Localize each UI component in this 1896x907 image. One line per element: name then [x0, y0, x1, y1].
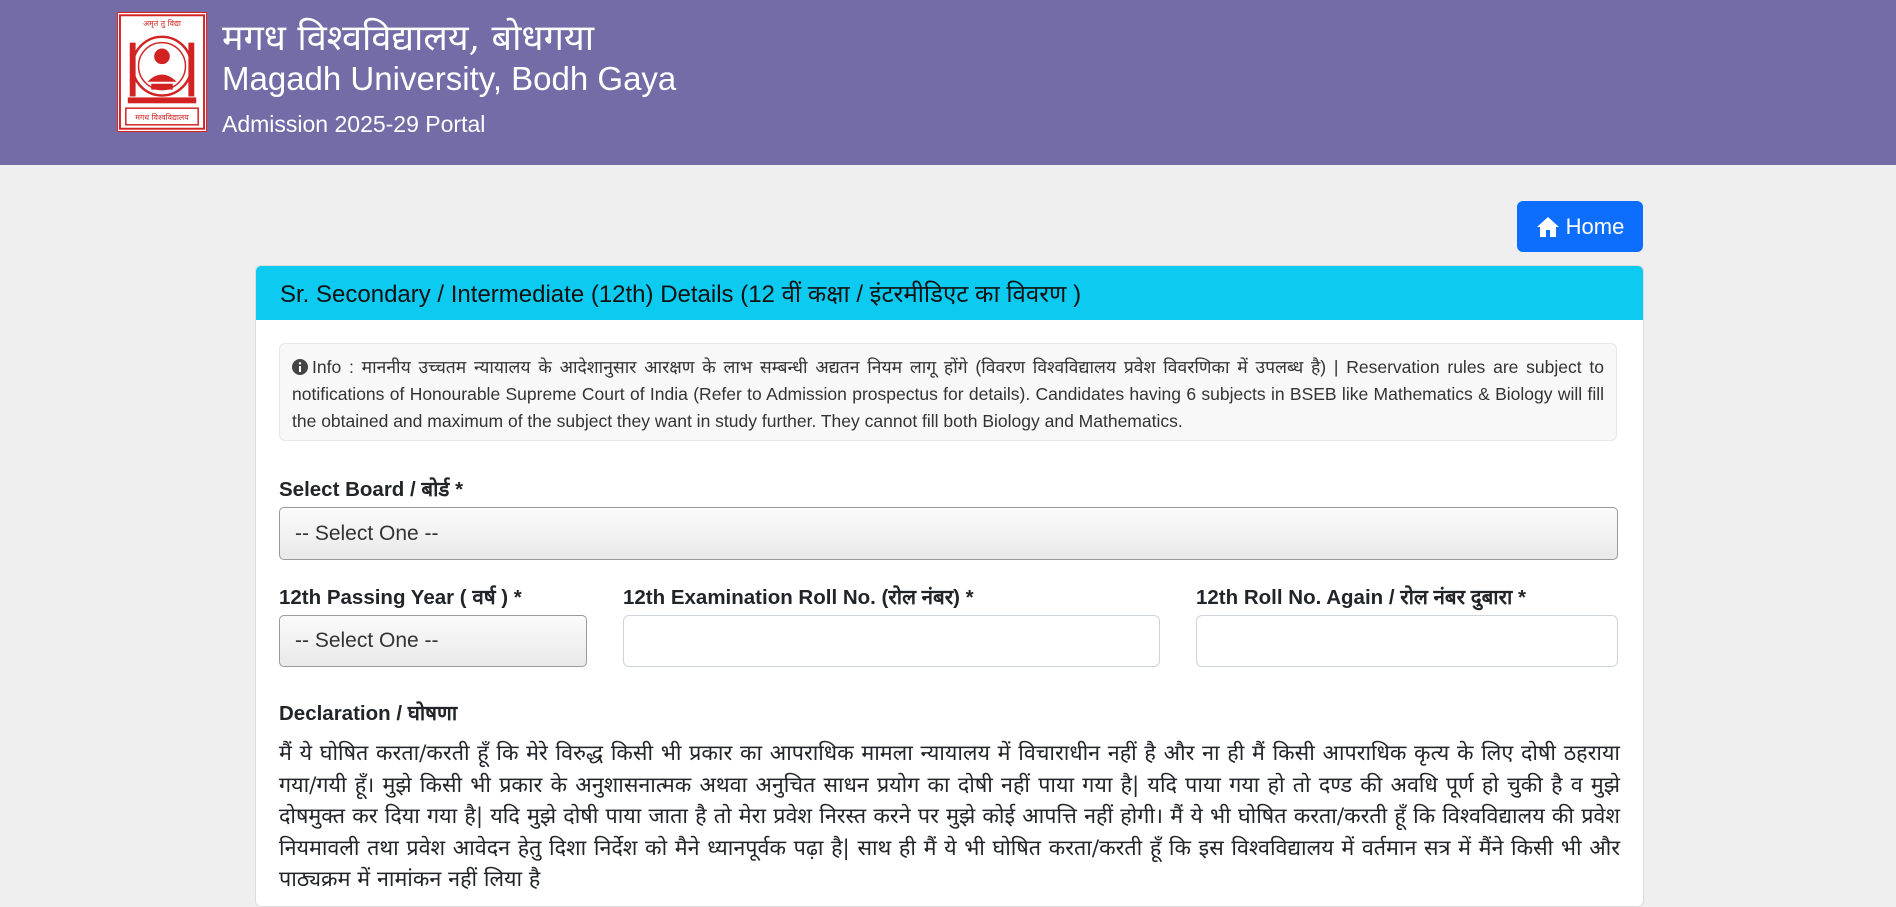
- intermediate-details-card: Sr. Secondary / Intermediate (12th) Deta…: [255, 265, 1644, 907]
- university-emblem-icon: अमृतं तु विद्या मगध विश्वविद्यालय: [118, 14, 206, 130]
- roll-number-again-label: 12th Roll No. Again / रोल नंबर दुबारा *: [1196, 586, 1526, 609]
- board-select[interactable]: -- Select One --: [279, 507, 1618, 560]
- passing-year-label: 12th Passing Year ( वर्ष ) *: [279, 586, 522, 609]
- card-title: Sr. Secondary / Intermediate (12th) Deta…: [256, 266, 1643, 320]
- info-alert: Info : माननीय उच्चतम न्यायालय के आदेशानु…: [279, 343, 1617, 441]
- portal-subtitle: Admission 2025-29 Portal: [222, 111, 486, 137]
- roll-number-label: 12th Examination Roll No. (रोल नंबर) *: [623, 586, 974, 609]
- declaration-heading: Declaration / घोषणा: [279, 702, 458, 725]
- passing-year-select-value: -- Select One --: [295, 629, 439, 652]
- info-circle-icon: [292, 359, 308, 375]
- university-logo: अमृतं तु विद्या मगध विश्वविद्यालय: [117, 12, 207, 132]
- board-label: Select Board / बोर्ड *: [279, 478, 464, 501]
- university-name-english: Magadh University, Bodh Gaya: [222, 60, 677, 97]
- university-name-hindi: मगध विश्वविद्यालय, बोधगया: [222, 18, 595, 59]
- logo-motto: अमृतं तु विद्या: [143, 19, 182, 29]
- roll-number-again-input[interactable]: [1196, 615, 1618, 667]
- logo-caption: मगध विश्वविद्यालय: [135, 113, 189, 122]
- declaration-text: मैं ये घोषित करता/करती हूँ कि मेरे विरुद…: [279, 741, 1620, 892]
- home-icon: [1536, 216, 1559, 237]
- board-select-value: -- Select One --: [295, 521, 439, 545]
- home-button[interactable]: Home: [1517, 201, 1643, 252]
- passing-year-select[interactable]: -- Select One --: [279, 615, 587, 667]
- site-header: अमृतं तु विद्या मगध विश्वविद्यालय मगध वि…: [0, 0, 1896, 165]
- home-button-label: Home: [1565, 213, 1625, 239]
- roll-number-input[interactable]: [623, 615, 1160, 667]
- info-text: Info : माननीय उच्चतम न्यायालय के आदेशानु…: [292, 357, 1604, 431]
